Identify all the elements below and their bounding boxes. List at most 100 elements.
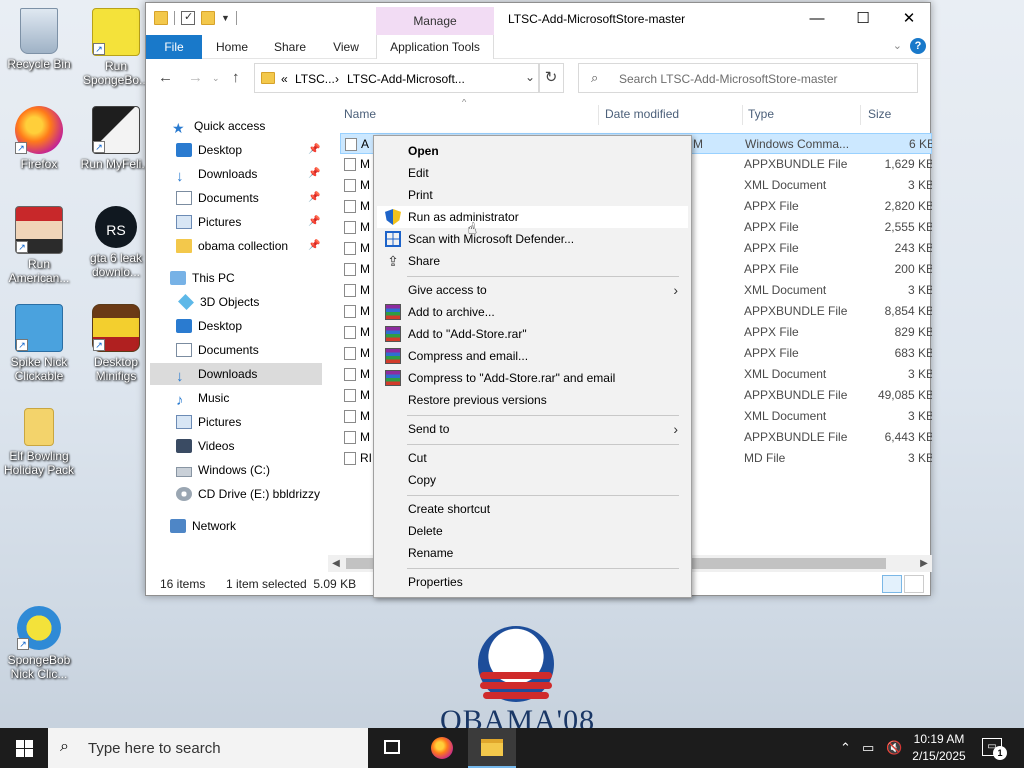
nav-item-desktop-pc[interactable]: Desktop bbox=[176, 315, 242, 337]
pin-icon[interactable]: 📌 bbox=[308, 211, 320, 233]
menu-item-send-to[interactable]: Send to › bbox=[377, 418, 688, 440]
properties-icon[interactable] bbox=[181, 10, 195, 25]
search-input[interactable]: Search LTSC-Add-MicrosoftStore-master bbox=[619, 72, 838, 86]
recent-chevron-icon[interactable]: ⌄ bbox=[212, 73, 220, 84]
menu-item-delete[interactable]: Delete bbox=[377, 520, 688, 542]
desktop-icon-spongebob-nick[interactable]: ↗ SpongeBob Nick Clic... bbox=[1, 606, 77, 681]
taskbar-search[interactable]: ⌕ Type here to search bbox=[48, 728, 368, 768]
maximize-button[interactable]: ☐ bbox=[840, 3, 886, 35]
forward-arrow-icon[interactable]: → bbox=[188, 69, 203, 86]
show-hidden-icons-chevron[interactable]: ⌃ bbox=[840, 728, 851, 768]
pin-icon[interactable]: 📌 bbox=[308, 235, 320, 257]
title-bar[interactable]: ▼ Manage LTSC-Add-MicrosoftStore-master … bbox=[146, 3, 930, 35]
desktop-icon-spike-nick[interactable]: ↗ Spike Nick Clickable bbox=[1, 304, 77, 383]
minimize-button[interactable]: — bbox=[794, 3, 840, 35]
nav-item-quick-access[interactable]: ★ Quick access bbox=[172, 115, 265, 137]
menu-item-rename[interactable]: Rename bbox=[377, 542, 688, 564]
nav-item-desktop[interactable]: Desktop 📌 bbox=[176, 139, 326, 161]
nav-item-network[interactable]: Network bbox=[170, 515, 236, 537]
scroll-right-arrow[interactable]: ▶ bbox=[916, 555, 932, 572]
menu-item-run-as-administrator[interactable]: Run as administrator bbox=[377, 206, 688, 228]
menu-item-compress-rar-email[interactable]: Compress to "Add-Store.rar" and email bbox=[377, 367, 688, 389]
menu-item-cut[interactable]: Cut bbox=[377, 447, 688, 469]
menu-item-open[interactable]: Open bbox=[377, 140, 688, 162]
breadcrumb[interactable]: LTSC... bbox=[295, 72, 335, 86]
folder-icon[interactable] bbox=[154, 11, 168, 25]
pin-icon[interactable]: 📌 bbox=[308, 187, 320, 209]
menu-item-add-to-archive[interactable]: Add to archive... bbox=[377, 301, 688, 323]
taskbar-firefox[interactable] bbox=[418, 728, 466, 768]
desktop-icon-gta6[interactable]: RS gta 6 leak downlo... bbox=[78, 206, 154, 279]
help-button[interactable]: ? bbox=[910, 38, 926, 54]
tab-application-tools[interactable]: Application Tools bbox=[376, 35, 494, 59]
address-dropdown[interactable]: ⌄ bbox=[525, 70, 535, 84]
menu-item-give-access[interactable]: Give access to › bbox=[377, 279, 688, 301]
system-clock[interactable]: 10:19 AM 2/15/2025 bbox=[908, 731, 970, 765]
chevron-down-icon[interactable]: ▼ bbox=[221, 13, 230, 23]
tab-home[interactable]: Home bbox=[208, 35, 256, 59]
menu-item-scan-defender[interactable]: Scan with Microsoft Defender... bbox=[377, 228, 688, 250]
tab-file[interactable]: File bbox=[146, 35, 202, 59]
tab-view[interactable]: View bbox=[322, 35, 370, 59]
nav-label: Documents bbox=[198, 191, 259, 205]
nav-item-pictures-pc[interactable]: Pictures bbox=[176, 411, 241, 433]
pin-icon[interactable]: 📌 bbox=[308, 139, 320, 161]
menu-item-copy[interactable]: Copy bbox=[377, 469, 688, 491]
up-arrow-icon[interactable]: ↑ bbox=[232, 69, 240, 86]
column-header-type[interactable]: Type bbox=[748, 107, 774, 121]
nav-item-music[interactable]: ♪ Music bbox=[176, 387, 229, 409]
nav-item-windows-c[interactable]: Windows (C:) bbox=[176, 459, 270, 481]
menu-item-edit[interactable]: Edit bbox=[377, 162, 688, 184]
pin-icon[interactable]: 📌 bbox=[308, 163, 320, 185]
nav-item-pictures[interactable]: Pictures 📌 bbox=[176, 211, 326, 233]
desktop-icon-elf-bowling[interactable]: Elf Bowling Holiday Pack bbox=[1, 408, 77, 477]
search-box[interactable]: ⌕ Search LTSC-Add-MicrosoftStore-master bbox=[578, 63, 918, 93]
menu-item-create-shortcut[interactable]: Create shortcut bbox=[377, 498, 688, 520]
volume-muted-icon[interactable]: 🔇 bbox=[886, 728, 902, 768]
menu-item-share[interactable]: ⇪ Share bbox=[377, 250, 688, 272]
column-header-size[interactable]: Size bbox=[868, 107, 891, 121]
chevron-down-icon[interactable]: ⌄ bbox=[893, 39, 902, 52]
nav-item-3d-objects[interactable]: 3D Objects bbox=[178, 291, 259, 313]
new-folder-icon[interactable] bbox=[201, 11, 215, 25]
nav-item-videos[interactable]: Videos bbox=[176, 435, 234, 457]
breadcrumb-separator[interactable]: › bbox=[335, 72, 339, 86]
taskbar-search-input[interactable]: Type here to search bbox=[88, 740, 221, 757]
desktop-icon-minifigs[interactable]: ↗ Desktop Minifigs bbox=[78, 304, 154, 383]
window-title: LTSC-Add-MicrosoftStore-master bbox=[508, 12, 686, 26]
desktop-icon-american[interactable]: ↗ Run American... bbox=[1, 206, 77, 285]
nav-item-downloads-pc[interactable]: ↓ Downloads bbox=[150, 363, 322, 385]
close-button[interactable]: ✕ bbox=[886, 3, 932, 35]
menu-item-print[interactable]: Print bbox=[377, 184, 688, 206]
column-header-date[interactable]: Date modified bbox=[605, 107, 679, 121]
nav-item-documents-pc[interactable]: Documents bbox=[176, 339, 259, 361]
nav-item-cd-drive[interactable]: CD Drive (E:) bbldrizzy bbox=[176, 483, 320, 505]
desktop-icon-myfelix[interactable]: ↗ Run MyFeli... bbox=[78, 106, 154, 171]
large-icons-view-button[interactable] bbox=[904, 575, 924, 593]
tab-share[interactable]: Share bbox=[266, 35, 314, 59]
menu-item-properties[interactable]: Properties bbox=[377, 571, 688, 593]
refresh-button[interactable]: ↻ bbox=[538, 63, 564, 93]
menu-item-compress-email[interactable]: Compress and email... bbox=[377, 345, 688, 367]
desktop-icon-recycle-bin[interactable]: Recycle Bin bbox=[1, 8, 77, 71]
menu-item-restore-versions[interactable]: Restore previous versions bbox=[377, 389, 688, 411]
breadcrumb[interactable]: LTSC-Add-Microsoft... bbox=[347, 72, 465, 86]
menu-item-add-to-rar[interactable]: Add to "Add-Store.rar" bbox=[377, 323, 688, 345]
address-bar[interactable]: « LTSC... › LTSC-Add-Microsoft... ⌄ bbox=[254, 63, 540, 93]
desktop-icon-firefox[interactable]: ↗ Firefox bbox=[1, 106, 77, 171]
nav-item-this-pc[interactable]: This PC bbox=[170, 267, 235, 289]
breadcrumb-overflow[interactable]: « bbox=[281, 72, 288, 86]
network-icon[interactable]: ▭ bbox=[862, 728, 874, 768]
nav-item-obama-collection[interactable]: obama collection 📌 bbox=[176, 235, 326, 257]
start-button[interactable] bbox=[0, 728, 48, 768]
desktop-icon-spongebob[interactable]: ↗ Run SpongeBo... bbox=[78, 8, 154, 87]
back-arrow-icon[interactable]: ← bbox=[158, 69, 173, 86]
action-center-button[interactable]: ▭ 1 bbox=[982, 738, 1007, 760]
column-header-name[interactable]: Name bbox=[344, 107, 376, 121]
nav-item-documents[interactable]: Documents 📌 bbox=[176, 187, 326, 209]
taskbar-file-explorer[interactable] bbox=[468, 728, 516, 768]
task-view-button[interactable] bbox=[368, 728, 416, 768]
nav-item-downloads[interactable]: ↓ Downloads 📌 bbox=[176, 163, 326, 185]
scroll-left-arrow[interactable]: ◀ bbox=[328, 555, 344, 572]
details-view-button[interactable] bbox=[882, 575, 902, 593]
